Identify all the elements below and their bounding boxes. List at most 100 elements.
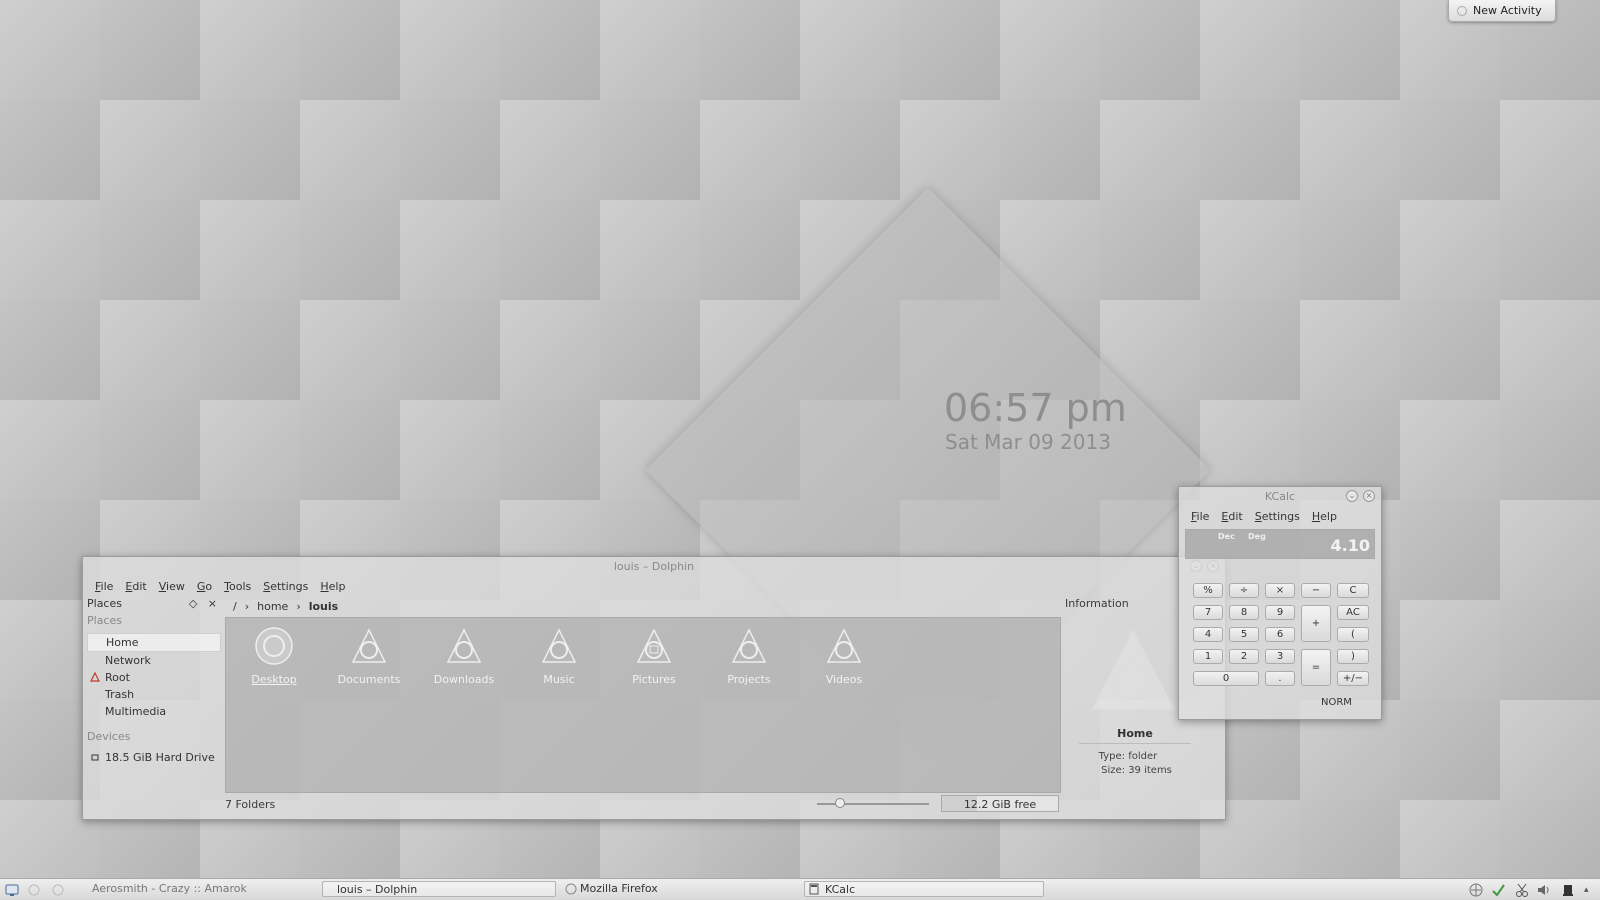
device-notifier-icon[interactable]: [1560, 882, 1576, 898]
folder-label: Documents: [337, 673, 401, 686]
digit-0-button[interactable]: 0: [1193, 671, 1259, 686]
pager-icon[interactable]: [26, 882, 42, 898]
breadcrumb-home[interactable]: home: [257, 600, 288, 613]
sidebar-item-multimedia[interactable]: Multimedia: [87, 703, 221, 720]
network-icon[interactable]: [1468, 882, 1484, 898]
sidebar-item-trash[interactable]: Trash: [87, 686, 221, 703]
percent-button[interactable]: %: [1193, 583, 1223, 598]
wallpaper-tile: [1400, 100, 1500, 200]
wallpaper-tile: [300, 200, 400, 300]
wallpaper-tile: [1500, 200, 1600, 300]
wallpaper-tile: [1200, 400, 1300, 500]
wallpaper-tile: [700, 100, 800, 200]
minus-button[interactable]: −: [1301, 583, 1331, 598]
folder-item-downloads[interactable]: Downloads: [424, 626, 504, 686]
folder-item-desktop[interactable]: Desktop: [234, 626, 314, 686]
wallpaper-tile: [400, 100, 500, 200]
breadcrumb-root[interactable]: /: [233, 600, 237, 613]
all-clear-button[interactable]: AC: [1337, 605, 1369, 620]
breadcrumb-current[interactable]: louis: [309, 600, 338, 613]
task-amarok[interactable]: Aerosmith - Crazy :: Amarok: [86, 881, 314, 897]
menu-edit[interactable]: Edit: [1215, 510, 1248, 523]
sidebar-item-network[interactable]: Network: [87, 652, 221, 669]
angle-indicator: Deg: [1248, 532, 1266, 541]
kcalc-titlebar[interactable]: KCalc ⌄ ×: [1179, 487, 1381, 507]
equals-button[interactable]: =: [1301, 649, 1331, 686]
device-label: 18.5 GiB Hard Drive: [105, 751, 215, 764]
menu-help[interactable]: Help: [314, 580, 351, 593]
digit-1-button[interactable]: 1: [1193, 649, 1223, 664]
divide-button[interactable]: ÷: [1229, 583, 1259, 598]
menu-settings[interactable]: Settings: [1249, 510, 1306, 523]
folder-item-projects[interactable]: Projects: [709, 626, 789, 686]
menu-tools[interactable]: Tools: [218, 580, 257, 593]
kcalc-title: KCalc: [1264, 490, 1296, 503]
wallpaper-tile: [600, 0, 700, 100]
wallpaper-tile: [500, 200, 600, 300]
clipboard-scissors-icon[interactable]: [1514, 882, 1530, 898]
new-activity-label: New Activity: [1473, 4, 1542, 17]
activity-icon: [1457, 5, 1467, 16]
task-firefox[interactable]: Mozilla Firefox: [564, 881, 796, 897]
wallpaper-tile: [1300, 200, 1400, 300]
calculator-icon: [809, 883, 819, 895]
plus-button[interactable]: +: [1301, 605, 1331, 642]
digit-8-button[interactable]: 8: [1229, 605, 1259, 620]
menu-go[interactable]: Go: [191, 580, 218, 593]
wallpaper-tile: [1200, 0, 1300, 100]
digit-7-button[interactable]: 7: [1193, 605, 1223, 620]
close-panel-icon[interactable]: ×: [208, 597, 217, 610]
close-paren-button[interactable]: ): [1337, 649, 1369, 664]
float-panel-icon[interactable]: ◇: [189, 597, 197, 610]
folder-item-videos[interactable]: Videos: [804, 626, 884, 686]
digit-3-button[interactable]: 3: [1265, 649, 1295, 664]
folder-item-music[interactable]: Music: [519, 626, 599, 686]
menu-view[interactable]: View: [153, 580, 191, 593]
menu-edit[interactable]: Edit: [119, 580, 152, 593]
clear-button[interactable]: C: [1337, 583, 1369, 598]
menu-file[interactable]: File: [89, 580, 119, 593]
new-activity-button[interactable]: New Activity: [1448, 0, 1556, 22]
dolphin-titlebar[interactable]: louis – Dolphin ⌄ ×: [83, 557, 1225, 577]
folder-item-pictures[interactable]: Pictures: [614, 626, 694, 686]
open-paren-button[interactable]: (: [1337, 627, 1369, 642]
zoom-slider-handle[interactable]: [835, 798, 845, 808]
place-label: Home: [106, 636, 139, 649]
chevron-up-icon[interactable]: ▴: [1584, 882, 1600, 898]
folder-item-documents[interactable]: Documents: [329, 626, 409, 686]
sidebar-item-root[interactable]: Root: [87, 669, 221, 686]
update-check-icon[interactable]: [1490, 882, 1506, 898]
plus-minus-button[interactable]: +/−: [1337, 671, 1369, 686]
menu-file[interactable]: File: [1185, 510, 1215, 523]
menu-help[interactable]: Help: [1306, 510, 1343, 523]
digit-5-button[interactable]: 5: [1229, 627, 1259, 642]
task-dolphin[interactable]: louis – Dolphin: [322, 881, 556, 897]
file-list[interactable]: Desktop Documents Downloads Music Pictur…: [225, 617, 1061, 793]
volume-icon[interactable]: [1536, 882, 1552, 898]
dolphin-title: louis – Dolphin: [613, 560, 695, 573]
close-icon[interactable]: ×: [1363, 490, 1375, 502]
show-desktop-icon[interactable]: [50, 882, 66, 898]
sidebar-item-hard-drive[interactable]: 18.5 GiB Hard Drive: [87, 749, 221, 766]
wallpaper-tile: [1300, 0, 1400, 100]
wallpaper-tile: [500, 400, 600, 500]
wallpaper-tile: [1500, 600, 1600, 700]
wallpaper-tile: [100, 400, 200, 500]
decimal-point-button[interactable]: .: [1265, 671, 1295, 686]
task-kcalc[interactable]: KCalc: [804, 881, 1044, 897]
minimize-icon[interactable]: ⌄: [1346, 490, 1358, 502]
menu-settings[interactable]: Settings: [257, 580, 314, 593]
digit-9-button[interactable]: 9: [1265, 605, 1295, 620]
folder-label: Downloads: [433, 673, 495, 686]
wallpaper-tile: [800, 0, 900, 100]
digit-4-button[interactable]: 4: [1193, 627, 1223, 642]
firefox-icon: [565, 883, 577, 895]
multiply-button[interactable]: ×: [1265, 583, 1295, 598]
application-launcher-icon[interactable]: [4, 882, 20, 898]
zoom-slider-track[interactable]: [817, 803, 929, 805]
wallpaper-tile: [700, 0, 800, 100]
sidebar-item-home[interactable]: Home: [87, 633, 221, 652]
digit-6-button[interactable]: 6: [1265, 627, 1295, 642]
wallpaper-tile: [600, 100, 700, 200]
digit-2-button[interactable]: 2: [1229, 649, 1259, 664]
